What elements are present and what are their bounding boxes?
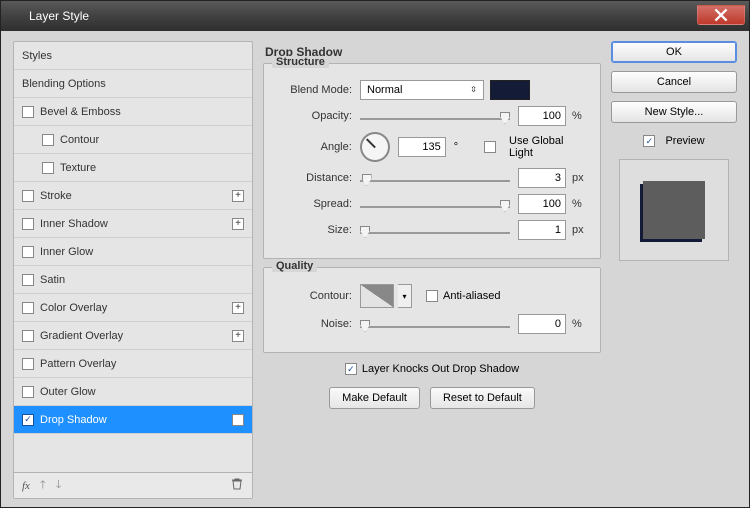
checkbox[interactable]	[22, 246, 34, 258]
close-window-button[interactable]	[697, 5, 745, 25]
antialias-label: Anti-aliased	[443, 290, 500, 302]
preview-swatch	[643, 181, 705, 239]
arrow-up-icon[interactable]: 🡑	[40, 476, 46, 495]
angle-dial[interactable]	[360, 132, 390, 162]
trash-icon[interactable]	[230, 477, 244, 494]
add-icon[interactable]: +	[232, 302, 244, 314]
opacity-unit: %	[572, 110, 590, 122]
knockout-label: Layer Knocks Out Drop Shadow	[362, 363, 519, 375]
opacity-slider[interactable]	[360, 109, 510, 123]
chevron-updown-icon: ⇳	[470, 86, 477, 94]
preview-box	[619, 159, 729, 261]
shadow-color-swatch[interactable]	[490, 80, 530, 100]
cancel-button[interactable]: Cancel	[611, 71, 737, 93]
opacity-input[interactable]	[518, 106, 566, 126]
angle-label: Angle:	[274, 141, 360, 153]
checkbox[interactable]	[22, 190, 34, 202]
checkbox[interactable]: ✓	[22, 414, 34, 426]
spread-label: Spread:	[274, 198, 360, 210]
sidebar-item-stroke[interactable]: Stroke+	[14, 182, 252, 210]
spread-unit: %	[572, 198, 590, 210]
spread-input[interactable]	[518, 194, 566, 214]
add-icon[interactable]: +	[232, 414, 244, 426]
checkbox[interactable]	[22, 274, 34, 286]
noise-input[interactable]	[518, 314, 566, 334]
quality-group: Quality Contour: ▾ Anti-aliased Noise: %	[263, 267, 601, 353]
close-icon	[714, 8, 728, 22]
preview-label: Preview	[665, 135, 704, 147]
sidebar-item-satin[interactable]: Satin	[14, 266, 252, 294]
chevron-down-icon: ▾	[402, 292, 406, 301]
size-label: Size:	[274, 224, 360, 236]
sidebar-item-outer-glow[interactable]: Outer Glow	[14, 378, 252, 406]
size-slider[interactable]	[360, 223, 510, 237]
spread-slider[interactable]	[360, 197, 510, 211]
checkbox[interactable]	[22, 358, 34, 370]
sidebar-item-texture[interactable]: Texture	[14, 154, 252, 182]
styles-sidebar: Styles Blending Options Bevel & Emboss C…	[13, 41, 253, 499]
contour-menu-button[interactable]: ▾	[398, 284, 412, 308]
sidebar-item-color-overlay[interactable]: Color Overlay+	[14, 294, 252, 322]
checkbox[interactable]	[22, 330, 34, 342]
opacity-label: Opacity:	[274, 110, 360, 122]
quality-legend: Quality	[272, 260, 317, 272]
distance-slider[interactable]	[360, 171, 510, 185]
right-panel: OK Cancel New Style... ✓ Preview	[611, 41, 737, 499]
titlebar: Layer Style	[1, 1, 749, 31]
sidebar-footer: fx 🡑 🡓	[14, 472, 252, 498]
blend-mode-value: Normal	[367, 84, 402, 96]
structure-group: Structure Blend Mode: Normal ⇳ Opacity: …	[263, 63, 601, 259]
use-global-light-checkbox[interactable]	[484, 141, 496, 153]
knockout-checkbox[interactable]: ✓	[345, 363, 357, 375]
new-style-button[interactable]: New Style...	[611, 101, 737, 123]
angle-input[interactable]	[398, 137, 446, 157]
contour-label: Contour:	[274, 290, 360, 302]
blend-mode-select[interactable]: Normal ⇳	[360, 80, 484, 100]
checkbox[interactable]	[42, 134, 54, 146]
blend-mode-label: Blend Mode:	[274, 84, 360, 96]
checkbox[interactable]	[22, 106, 34, 118]
arrow-down-icon[interactable]: 🡓	[56, 476, 62, 495]
sidebar-item-contour[interactable]: Contour	[14, 126, 252, 154]
preview-checkbox[interactable]: ✓	[643, 135, 655, 147]
distance-label: Distance:	[274, 172, 360, 184]
styles-list: Styles Blending Options Bevel & Emboss C…	[14, 42, 252, 472]
reset-default-button[interactable]: Reset to Default	[430, 387, 535, 409]
noise-unit: %	[572, 318, 590, 330]
checkbox[interactable]	[22, 218, 34, 230]
checkbox[interactable]	[22, 302, 34, 314]
app-icon	[7, 8, 23, 24]
antialias-checkbox[interactable]	[426, 290, 438, 302]
drop-shadow-panel: Drop Shadow Structure Blend Mode: Normal…	[263, 41, 601, 499]
sidebar-item-pattern-overlay[interactable]: Pattern Overlay	[14, 350, 252, 378]
noise-slider[interactable]	[360, 317, 510, 331]
add-icon[interactable]: +	[232, 190, 244, 202]
sidebar-item-blending[interactable]: Blending Options	[14, 70, 252, 98]
size-unit: px	[572, 224, 590, 236]
add-icon[interactable]: +	[232, 330, 244, 342]
checkbox[interactable]	[22, 386, 34, 398]
distance-input[interactable]	[518, 168, 566, 188]
angle-unit: °	[454, 141, 458, 153]
ok-button[interactable]: OK	[611, 41, 737, 63]
checkbox[interactable]	[42, 162, 54, 174]
structure-legend: Structure	[272, 56, 329, 68]
fx-menu[interactable]: fx	[22, 480, 30, 492]
distance-unit: px	[572, 172, 590, 184]
layer-style-dialog: Layer Style Styles Blending Options Beve…	[0, 0, 750, 508]
sidebar-item-inner-glow[interactable]: Inner Glow	[14, 238, 252, 266]
add-icon[interactable]: +	[232, 218, 244, 230]
contour-swatch[interactable]	[360, 284, 394, 308]
make-default-button[interactable]: Make Default	[329, 387, 420, 409]
window-title: Layer Style	[29, 9, 697, 23]
use-global-light-label: Use Global Light	[509, 135, 590, 159]
sidebar-item-inner-shadow[interactable]: Inner Shadow+	[14, 210, 252, 238]
sidebar-item-styles[interactable]: Styles	[14, 42, 252, 70]
sidebar-item-gradient-overlay[interactable]: Gradient Overlay+	[14, 322, 252, 350]
sidebar-item-drop-shadow[interactable]: ✓Drop Shadow+	[14, 406, 252, 434]
sidebar-item-bevel[interactable]: Bevel & Emboss	[14, 98, 252, 126]
size-input[interactable]	[518, 220, 566, 240]
noise-label: Noise:	[274, 318, 360, 330]
